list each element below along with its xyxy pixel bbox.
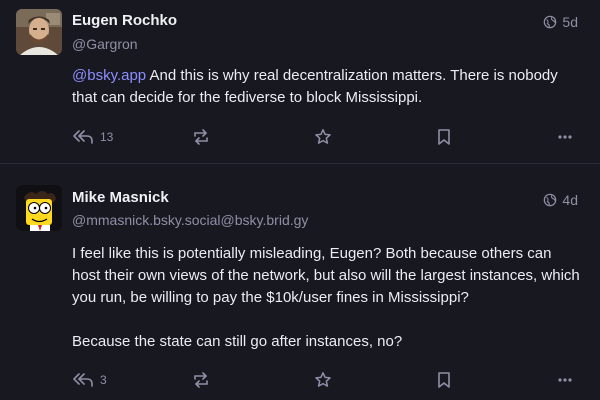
author-name[interactable]: Mike Masnick (72, 189, 169, 206)
status-post[interactable]: Eugen Rochko @Gargron 5d @bsky.app And t… (0, 0, 600, 163)
boost-icon (194, 129, 208, 145)
favourite-button[interactable] (314, 368, 332, 392)
post-timestamp[interactable]: 4d (543, 192, 578, 208)
action-bar: 13 (72, 125, 582, 149)
action-bar: 3 (72, 368, 582, 392)
more-icon (558, 135, 572, 139)
reply-all-icon (73, 373, 93, 387)
reply-count: 13 (100, 130, 114, 144)
author-name[interactable]: Eugen Rochko (72, 12, 177, 29)
avatar[interactable] (16, 9, 62, 55)
person-photo-avatar (16, 9, 62, 55)
bookmark-button[interactable] (436, 125, 452, 149)
bookmark-button[interactable] (436, 368, 452, 392)
avatar[interactable] (16, 185, 62, 231)
bookmark-icon (438, 372, 450, 388)
post-paragraph: Because the state can still go after ins… (72, 333, 403, 350)
bookmark-icon (438, 129, 450, 145)
favourite-button[interactable] (314, 125, 332, 149)
post-content: @bsky.app And this is why real decentral… (72, 65, 582, 109)
relative-time: 4d (562, 192, 578, 208)
timeline-feed: Eugen Rochko @Gargron 5d @bsky.app And t… (0, 0, 600, 400)
more-icon (558, 378, 572, 382)
post-paragraph: I feel like this is potentially misleadi… (72, 245, 580, 306)
cartoon-character-avatar (16, 185, 62, 231)
star-icon (315, 129, 331, 144)
post-timestamp[interactable]: 5d (543, 14, 578, 30)
mention-link[interactable]: @bsky.app (72, 67, 146, 84)
globe-icon (544, 15, 557, 29)
reply-all-icon (73, 130, 93, 144)
reply-count: 3 (100, 373, 107, 387)
star-icon (315, 372, 331, 387)
more-button[interactable] (556, 125, 574, 149)
more-button[interactable] (556, 368, 574, 392)
boost-button[interactable] (192, 125, 210, 149)
boost-icon (194, 372, 208, 388)
boost-button[interactable] (192, 368, 210, 392)
post-content: I feel like this is potentially misleadi… (72, 243, 582, 353)
status-post[interactable]: Mike Masnick @mmasnick.bsky.social@bsky.… (0, 168, 600, 400)
author-handle[interactable]: @Gargron (72, 36, 138, 52)
reply-button[interactable]: 3 (72, 368, 107, 392)
globe-icon (544, 193, 557, 207)
author-handle[interactable]: @mmasnick.bsky.social@bsky.brid.gy (72, 212, 308, 228)
reply-button[interactable]: 13 (72, 125, 113, 149)
post-divider (0, 163, 600, 164)
relative-time: 5d (562, 14, 578, 30)
